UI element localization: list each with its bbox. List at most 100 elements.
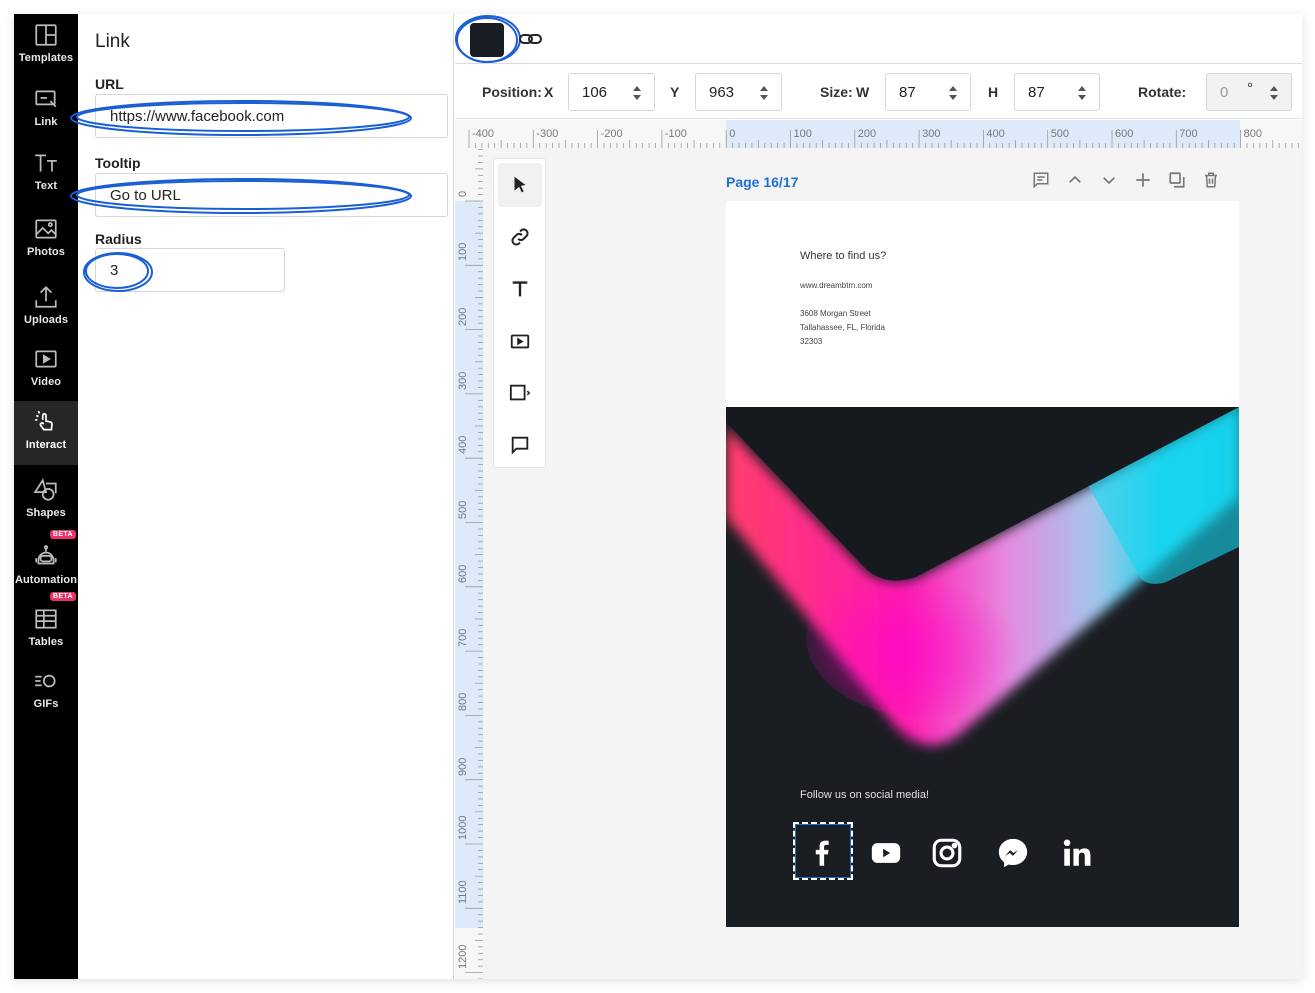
stepper-icon[interactable] bbox=[759, 83, 769, 103]
link-tool[interactable] bbox=[498, 215, 542, 259]
page-notes-button[interactable] bbox=[1031, 170, 1051, 190]
nav-item-interact[interactable]: Interact bbox=[14, 401, 78, 465]
radius-input[interactable]: 3 bbox=[95, 248, 285, 292]
text-tool[interactable] bbox=[498, 267, 542, 311]
radius-label: Radius bbox=[95, 231, 142, 247]
photos-icon bbox=[35, 219, 57, 239]
select-tool[interactable] bbox=[498, 163, 542, 207]
stepper-icon[interactable] bbox=[1269, 83, 1279, 103]
nav-label: Uploads bbox=[23, 314, 69, 326]
ruler-label: 0 bbox=[457, 190, 469, 197]
nav-item-shapes[interactable]: Shapes bbox=[14, 469, 78, 533]
ruler-label: -300 bbox=[536, 128, 559, 140]
duplicate-icon bbox=[1169, 172, 1185, 188]
shapes-icon bbox=[33, 478, 57, 501]
tooltip-label: Tooltip bbox=[95, 155, 141, 171]
nav-item-text[interactable]: Text bbox=[14, 142, 78, 206]
ruler-label: 100 bbox=[457, 242, 469, 262]
youtube-link[interactable] bbox=[858, 825, 914, 881]
page-actions bbox=[1031, 170, 1221, 190]
page-website[interactable]: www.dreambtm.com bbox=[800, 279, 872, 293]
tooltip-input[interactable]: Go to URL bbox=[95, 173, 448, 217]
ruler-label: 300 bbox=[457, 371, 469, 390]
link-icon[interactable] bbox=[518, 30, 544, 48]
messenger-icon bbox=[998, 838, 1028, 868]
tool-palette bbox=[493, 158, 546, 468]
page-heading[interactable]: Where to find us? bbox=[800, 250, 886, 262]
address-line[interactable]: Tallahassee, FL, Florida bbox=[800, 321, 885, 335]
youtube-icon bbox=[871, 843, 901, 863]
x-value: 106 bbox=[582, 83, 608, 101]
ruler-label: 200 bbox=[457, 307, 469, 326]
stepper-icon[interactable] bbox=[948, 83, 958, 103]
design-page[interactable]: Where to find us? www.dreambtm.com 3608 … bbox=[726, 201, 1239, 927]
ruler-ticks bbox=[468, 130, 1299, 148]
editor-app: Templates Link Text Photos Uploads Video… bbox=[14, 14, 1302, 979]
ruler-label: 0 bbox=[729, 128, 736, 140]
delete-page-button[interactable] bbox=[1201, 170, 1221, 190]
address-line[interactable]: 32303 bbox=[800, 335, 822, 349]
nav-item-video[interactable]: Video bbox=[14, 338, 78, 402]
table-icon bbox=[35, 609, 57, 629]
video-icon bbox=[35, 350, 57, 368]
w-input[interactable]: 87 bbox=[885, 73, 971, 111]
ruler-ticks bbox=[465, 149, 483, 979]
duplicate-page-button[interactable] bbox=[1167, 170, 1187, 190]
position-bar: Position: X 106 Y 963 Size: W 87 H 87 Ro… bbox=[455, 65, 1302, 119]
chevron-down-icon bbox=[1103, 177, 1115, 185]
stepper-icon[interactable] bbox=[632, 83, 642, 103]
nav-item-uploads[interactable]: Uploads bbox=[14, 276, 78, 340]
ruler-label: 1200 bbox=[457, 944, 469, 969]
size-label: Size: bbox=[820, 84, 853, 100]
ruler-label: 800 bbox=[1243, 128, 1262, 140]
hero-image[interactable]: Follow us on social media! bbox=[726, 407, 1239, 927]
nav-item-automation[interactable]: BETA Automation bbox=[14, 530, 78, 600]
nav-item-link[interactable]: Link bbox=[14, 78, 78, 142]
nav-item-tables[interactable]: BETA Tables bbox=[14, 592, 78, 662]
nav-item-photos[interactable]: Photos bbox=[14, 208, 78, 272]
vertical-ruler[interactable]: 0 100 200 300 400 500 600 700 800 900 1000 1100 1200 bbox=[455, 148, 483, 979]
ruler-label: 400 bbox=[457, 435, 469, 455]
address-line[interactable]: 3608 Morgan Street bbox=[800, 307, 871, 321]
y-input[interactable]: 963 bbox=[695, 73, 782, 111]
add-page-button[interactable] bbox=[1133, 170, 1153, 190]
text-icon bbox=[512, 281, 528, 297]
ruler-label: -100 bbox=[664, 128, 687, 140]
color-swatch-button[interactable] bbox=[470, 23, 504, 57]
nav-label: GIFs bbox=[33, 698, 59, 710]
follow-text[interactable]: Follow us on social media! bbox=[800, 789, 929, 801]
ruler-label: 100 bbox=[793, 128, 812, 140]
url-label: URL bbox=[95, 76, 124, 92]
horizontal-ruler[interactable]: -400 -300 -200 -100 0 100 200 300 400 500 600 700 80… bbox=[455, 120, 1302, 148]
nav-item-templates[interactable]: Templates bbox=[14, 14, 78, 78]
url-input[interactable]: https://www.facebook.com bbox=[95, 94, 448, 138]
degree-symbol: ° bbox=[1247, 80, 1253, 97]
nav-label: Video bbox=[30, 376, 62, 388]
page-label: Page 16/17 bbox=[726, 174, 799, 190]
selection-box[interactable] bbox=[793, 822, 853, 880]
ruler-label: 400 bbox=[986, 128, 1005, 140]
move-page-up-button[interactable] bbox=[1065, 170, 1085, 190]
beta-badge: BETA bbox=[49, 530, 76, 539]
comment-tool[interactable] bbox=[498, 423, 542, 467]
stepper-icon[interactable] bbox=[1077, 83, 1087, 103]
rotate-input[interactable]: 0 ° bbox=[1206, 73, 1292, 111]
linkedin-link[interactable] bbox=[1049, 825, 1105, 881]
rotate-value: 0 bbox=[1220, 83, 1229, 101]
video-tool[interactable] bbox=[498, 319, 542, 363]
linkedin-icon bbox=[1063, 839, 1091, 866]
x-input[interactable]: 106 bbox=[568, 73, 655, 111]
nav-item-gifs[interactable]: GIFs bbox=[14, 660, 78, 724]
messenger-link[interactable] bbox=[985, 825, 1041, 881]
ruler-label: 700 bbox=[457, 628, 469, 648]
sidebar-nav: Templates Link Text Photos Uploads Video… bbox=[14, 14, 78, 979]
h-input[interactable]: 87 bbox=[1014, 73, 1100, 111]
y-value: 963 bbox=[709, 83, 735, 101]
shape-tool[interactable] bbox=[498, 371, 542, 415]
ruler-label: 700 bbox=[1179, 128, 1198, 140]
y-label: Y bbox=[670, 84, 680, 100]
panel-title: Link bbox=[95, 31, 130, 52]
instagram-link[interactable] bbox=[919, 825, 975, 881]
move-page-down-button[interactable] bbox=[1099, 170, 1119, 190]
notes-icon bbox=[1033, 172, 1049, 189]
